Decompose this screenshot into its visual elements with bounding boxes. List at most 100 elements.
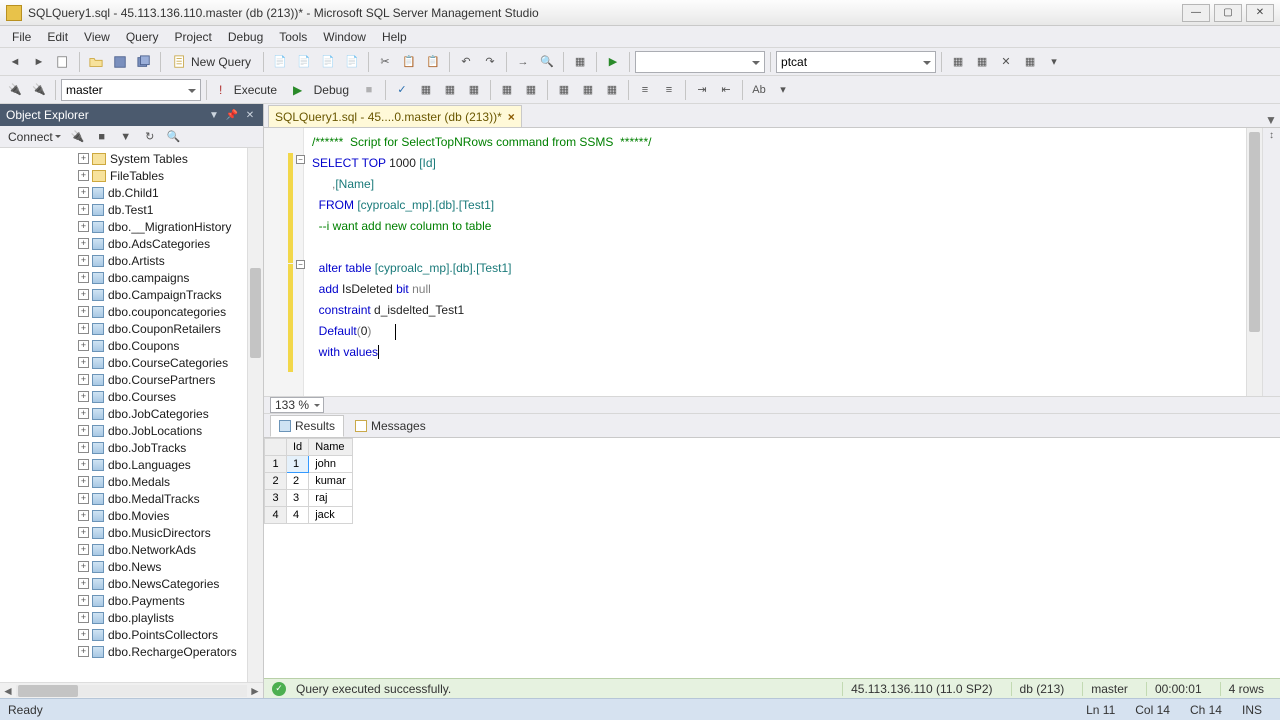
toolbar-overflow[interactable]: ▾ (1043, 51, 1065, 73)
tree-item[interactable]: +dbo.CampaignTracks (0, 286, 247, 303)
tree-item[interactable]: +dbo.NetworkAds (0, 541, 247, 558)
find-button[interactable]: 🔍 (536, 51, 558, 73)
column-header[interactable] (265, 439, 287, 456)
parse-button[interactable]: ✓ (391, 79, 413, 101)
tree-item[interactable]: +dbo.News (0, 558, 247, 575)
debug-button[interactable]: ▶ Debug (286, 79, 356, 101)
uncomment-button[interactable]: ≡ (658, 79, 680, 101)
cell-name[interactable]: kumar (309, 473, 353, 490)
table-row[interactable]: 11john (265, 456, 353, 473)
tree-item[interactable]: +dbo.MusicDirectors (0, 524, 247, 541)
menu-project[interactable]: Project (167, 28, 220, 46)
menu-tools[interactable]: Tools (271, 28, 315, 46)
row-header[interactable]: 2 (265, 473, 287, 490)
new-project-button[interactable] (52, 51, 74, 73)
menu-window[interactable]: Window (315, 28, 374, 46)
start-button[interactable]: ▶ (602, 51, 624, 73)
expand-icon[interactable]: + (78, 170, 89, 181)
tabs-overflow-icon[interactable]: ▼ (1262, 113, 1280, 127)
connect-button[interactable]: Connect (4, 130, 65, 144)
tb-icon-1[interactable]: 📄 (269, 51, 291, 73)
tree-item[interactable]: +System Tables (0, 150, 247, 167)
solution-config-combo[interactable] (635, 51, 765, 73)
cut-button[interactable]: ✂ (374, 51, 396, 73)
expand-icon[interactable]: + (78, 493, 89, 504)
menu-file[interactable]: File (4, 28, 39, 46)
tree-item[interactable]: +dbo.JobTracks (0, 439, 247, 456)
undo-button[interactable]: ↶ (455, 51, 477, 73)
expand-icon[interactable]: + (78, 561, 89, 572)
menu-view[interactable]: View (76, 28, 118, 46)
expand-icon[interactable]: + (78, 357, 89, 368)
tree-item[interactable]: +db.Test1 (0, 201, 247, 218)
change-connection-button[interactable]: 🔌 (28, 79, 50, 101)
tree-item[interactable]: +dbo.CourseCategories (0, 354, 247, 371)
expand-icon[interactable]: + (78, 255, 89, 266)
expand-icon[interactable]: + (78, 272, 89, 283)
redo-button[interactable]: ↷ (479, 51, 501, 73)
results-to-text-button[interactable]: ▦ (553, 79, 575, 101)
column-header[interactable]: Id (287, 439, 309, 456)
expand-icon[interactable]: + (78, 527, 89, 538)
toolbar2-overflow[interactable]: ▾ (772, 79, 794, 101)
code-area[interactable]: /****** Script for SelectTopNRows comman… (304, 128, 1246, 396)
copy-button[interactable]: 📋 (398, 51, 420, 73)
open-button[interactable] (85, 51, 107, 73)
scrollbar-thumb-h[interactable] (18, 685, 78, 697)
tree-item[interactable]: +dbo.RechargeOperators (0, 643, 247, 660)
tree-item[interactable]: +dbo.Artists (0, 252, 247, 269)
tb-extra-1[interactable]: ✕ (995, 51, 1017, 73)
oe-disconnect-icon[interactable]: 🔌 (67, 126, 89, 148)
fold-toggle-1[interactable]: − (296, 155, 305, 164)
tree-item[interactable]: +FileTables (0, 167, 247, 184)
column-header[interactable]: Name (309, 439, 353, 456)
comment-button[interactable]: ≡ (634, 79, 656, 101)
tree-item[interactable]: +dbo.CouponRetailers (0, 320, 247, 337)
oe-filter-icon[interactable]: ▼ (115, 126, 137, 148)
tree-horizontal-scrollbar[interactable]: ◄ ► (0, 682, 263, 698)
activity-button[interactable]: ▦ (569, 51, 591, 73)
results-to-grid-button[interactable]: ▦ (577, 79, 599, 101)
expand-icon[interactable]: + (78, 323, 89, 334)
tab-close-icon[interactable]: × (508, 110, 515, 124)
indent-button[interactable]: ⇥ (691, 79, 713, 101)
tree-item[interactable]: +dbo.JobCategories (0, 405, 247, 422)
editor-scrollbar-thumb[interactable] (1249, 132, 1260, 332)
tree-item[interactable]: +dbo.JobLocations (0, 422, 247, 439)
expand-icon[interactable]: + (78, 442, 89, 453)
cell-id[interactable]: 1 (287, 456, 309, 473)
save-button[interactable] (109, 51, 131, 73)
tree-item[interactable]: +dbo.PointsCollectors (0, 626, 247, 643)
expand-icon[interactable]: + (78, 204, 89, 215)
tree-item[interactable]: +dbo.__MigrationHistory (0, 218, 247, 235)
tree-item[interactable]: +dbo.couponcategories (0, 303, 247, 320)
table-row[interactable]: 22kumar (265, 473, 353, 490)
row-header[interactable]: 3 (265, 490, 287, 507)
menu-debug[interactable]: Debug (220, 28, 271, 46)
cell-id[interactable]: 3 (287, 490, 309, 507)
cell-name[interactable]: john (309, 456, 353, 473)
expand-icon[interactable]: + (78, 544, 89, 555)
expand-icon[interactable]: + (78, 578, 89, 589)
expand-icon[interactable]: + (78, 238, 89, 249)
tree-item[interactable]: +dbo.Medals (0, 473, 247, 490)
cell-name[interactable]: raj (309, 490, 353, 507)
oe-stop-icon[interactable]: ■ (91, 126, 113, 148)
editor-scrollbar[interactable] (1246, 128, 1262, 396)
database-combo-1[interactable]: ptcat (776, 51, 936, 73)
tree-item[interactable]: +dbo.Coupons (0, 337, 247, 354)
tb-icon-2[interactable]: 📄 (293, 51, 315, 73)
tb-icon-3[interactable]: 📄 (317, 51, 339, 73)
maximize-button[interactable]: ▢ (1214, 4, 1242, 22)
tab-messages[interactable]: Messages (346, 415, 435, 437)
results-grid[interactable]: IdName11john22kumar33raj44jack (264, 438, 1280, 678)
expand-icon[interactable]: + (78, 374, 89, 385)
menu-edit[interactable]: Edit (39, 28, 76, 46)
registered-servers-button[interactable]: ▦ (947, 51, 969, 73)
expand-icon[interactable]: + (78, 595, 89, 606)
cell-id[interactable]: 2 (287, 473, 309, 490)
expand-icon[interactable]: + (78, 646, 89, 657)
zoom-combo[interactable]: 133 % (270, 397, 324, 413)
tree-item[interactable]: +dbo.MedalTracks (0, 490, 247, 507)
expand-icon[interactable]: + (78, 425, 89, 436)
